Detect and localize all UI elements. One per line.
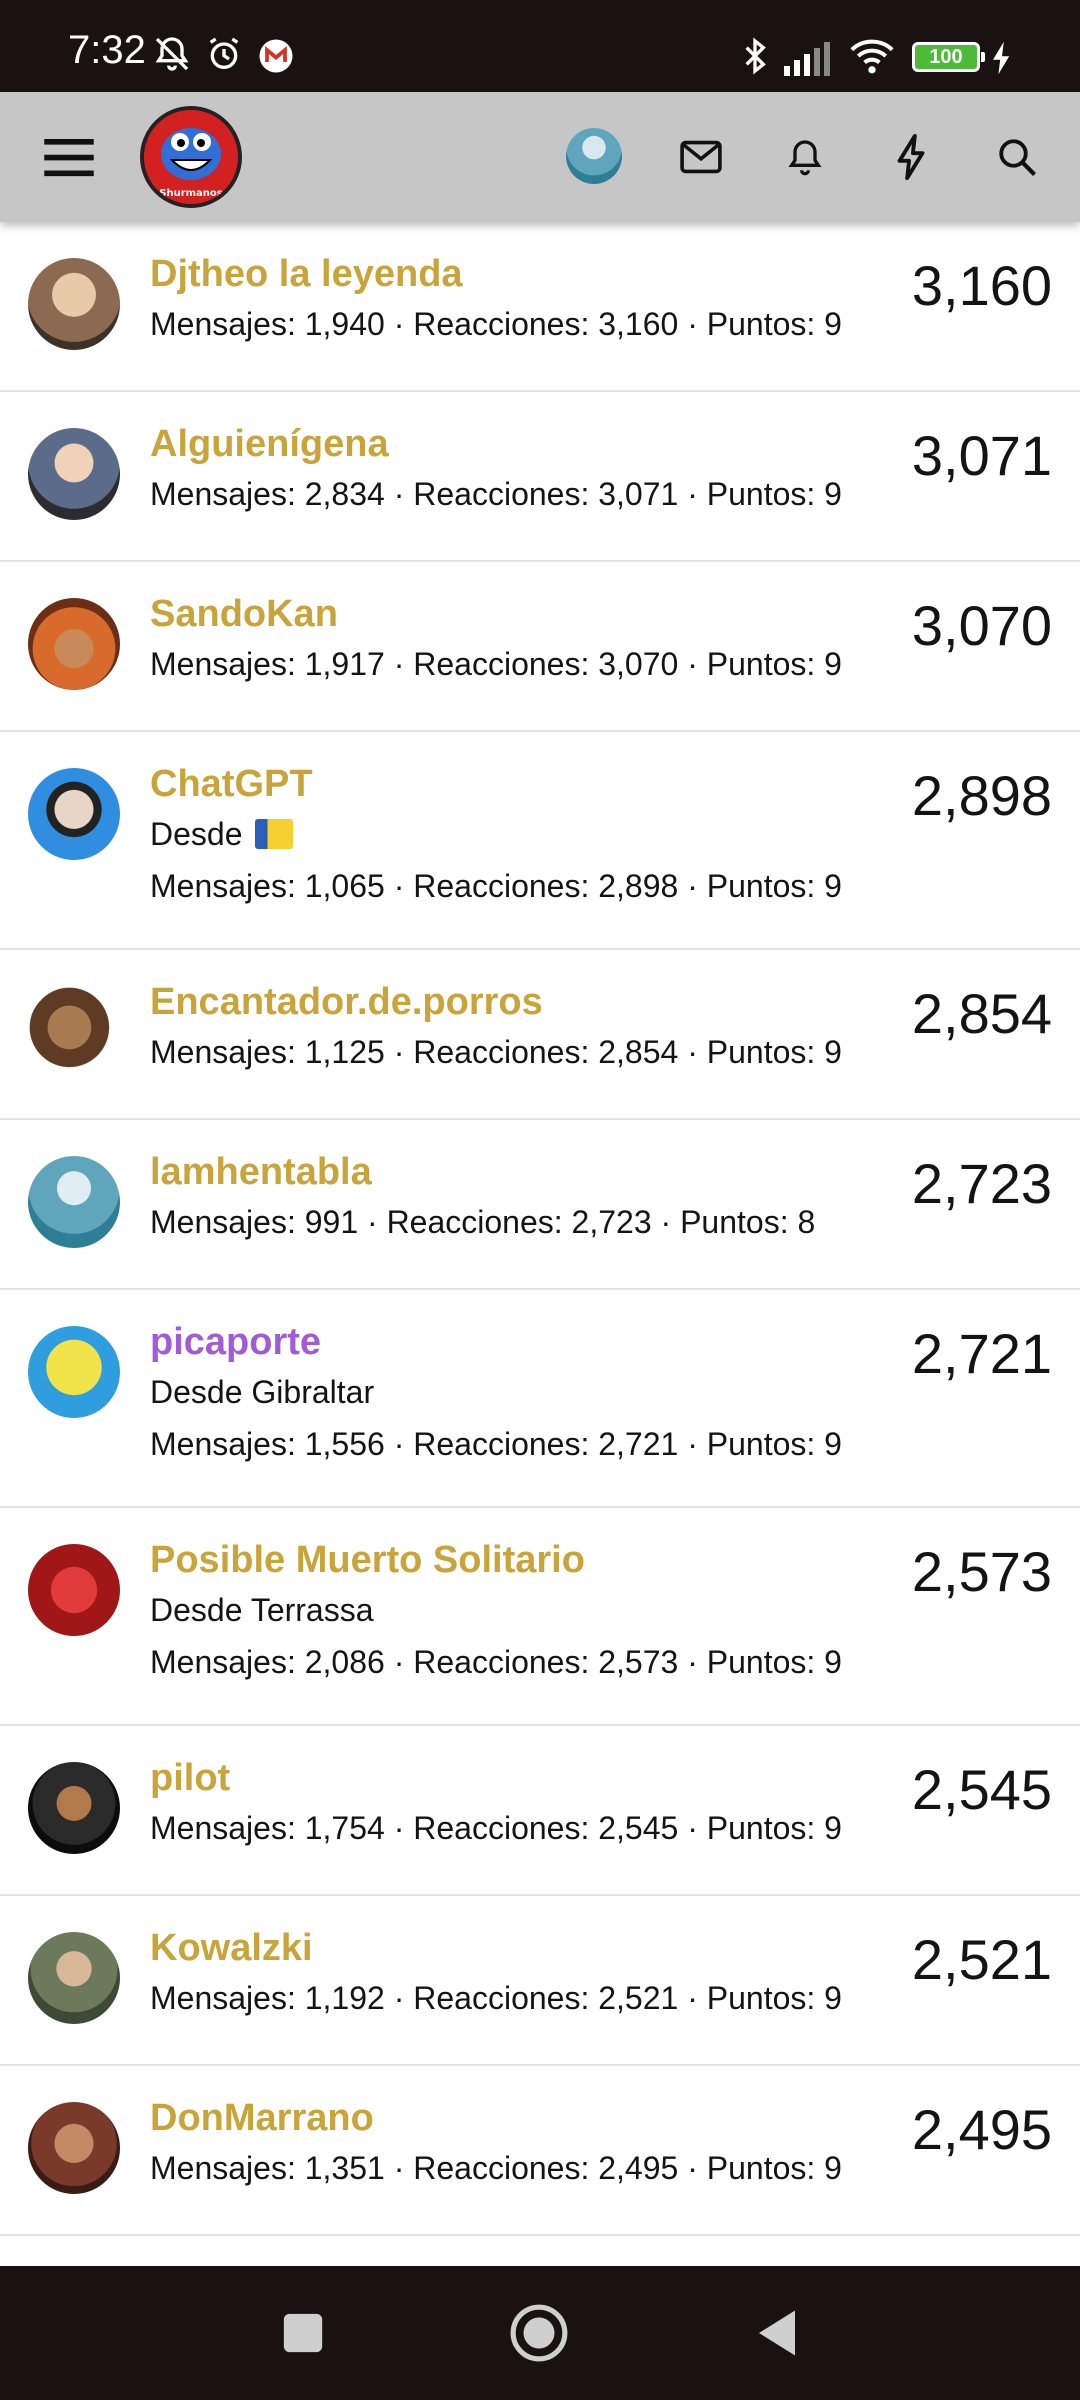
member-location: Desde Gibraltar: [150, 1374, 375, 1410]
member-stats: Mensajes: 1,556 · Reacciones: 2,721 · Pu…: [150, 1426, 842, 1462]
lightning-icon: [897, 134, 925, 180]
list-item[interactable]: Alguienígena Mensajes: 2,834 · Reaccione…: [0, 392, 1080, 562]
avatar[interactable]: [28, 258, 120, 350]
avatar[interactable]: [28, 1326, 120, 1418]
back-triangle-icon[interactable]: [754, 2306, 800, 2360]
reaction-score: 2,495: [911, 2098, 1052, 2161]
app-header: Shurmanos: [0, 92, 1080, 222]
username-link[interactable]: lamhentabla: [150, 1150, 910, 1194]
battery-indicator: 100: [912, 42, 985, 72]
list-item[interactable]: ChatGPT Desde Mensajes: 1,065 · Reaccion…: [0, 732, 1080, 950]
charging-icon: [993, 41, 1010, 75]
list-item[interactable]: Posible Muerto Solitario Desde Terrassa …: [0, 1508, 1080, 1726]
reaction-score: 2,723: [911, 1152, 1052, 1215]
member-stats: Mensajes: 2,834 · Reacciones: 3,071 · Pu…: [150, 476, 842, 512]
search-icon: [999, 139, 1036, 176]
reaction-score: 2,545: [911, 1758, 1052, 1821]
avatar[interactable]: [28, 428, 120, 520]
member-location: Desde Terrassa: [150, 1592, 374, 1628]
member-location: Desde: [150, 810, 910, 858]
member-stats: Mensajes: 1,192 · Reacciones: 2,521 · Pu…: [150, 1980, 842, 2016]
member-stats: Mensajes: 1,754 · Reacciones: 2,545 · Pu…: [150, 1810, 842, 1846]
member-list: Djtheo la leyenda Mensajes: 1,940 · Reac…: [0, 222, 1080, 2236]
bluetooth-icon: [745, 37, 766, 75]
avatar[interactable]: [28, 1156, 120, 1248]
username-link[interactable]: Posible Muerto Solitario: [150, 1538, 910, 1582]
status-bar: 7:32 100: [0, 0, 1080, 92]
member-stats: Mensajes: 1,351 · Reacciones: 2,495 · Pu…: [150, 2150, 842, 2186]
username-link[interactable]: DonMarrano: [150, 2096, 910, 2140]
list-item[interactable]: SandoKan Mensajes: 1,917 · Reacciones: 3…: [0, 562, 1080, 732]
site-logo[interactable]: Shurmanos: [140, 106, 242, 208]
list-item[interactable]: Encantador.de.porros Mensajes: 1,125 · R…: [0, 950, 1080, 1120]
signal-icon: [784, 42, 830, 76]
username-link[interactable]: Djtheo la leyenda: [150, 252, 910, 296]
avatar[interactable]: [28, 768, 120, 860]
username-link[interactable]: Alguienígena: [150, 422, 910, 466]
gmail-icon: [259, 39, 293, 73]
avatar[interactable]: [28, 1544, 120, 1636]
member-stats: Mensajes: 1,065 · Reacciones: 2,898 · Pu…: [150, 868, 842, 904]
avatar[interactable]: [28, 2102, 120, 2194]
list-item[interactable]: lamhentabla Mensajes: 991 · Reacciones: …: [0, 1120, 1080, 1290]
menu-button[interactable]: [36, 124, 102, 190]
list-item[interactable]: DonMarrano Mensajes: 1,351 · Reacciones:…: [0, 2066, 1080, 2236]
avatar[interactable]: [28, 1932, 120, 2024]
user-avatar[interactable]: [566, 128, 622, 184]
square-icon[interactable]: [280, 2310, 326, 2356]
alarm-icon: [209, 37, 239, 69]
avatar[interactable]: [28, 986, 120, 1078]
wifi-icon: [850, 39, 894, 74]
username-link[interactable]: Kowalzki: [150, 1926, 910, 1970]
flag-icon: [255, 819, 294, 849]
member-stats: Mensajes: 991 · Reacciones: 2,723 · Punt…: [150, 1204, 816, 1240]
reaction-score: 2,854: [911, 982, 1052, 1045]
username-link[interactable]: SandoKan: [150, 592, 910, 636]
member-stats: Mensajes: 2,086 · Reacciones: 2,573 · Pu…: [150, 1644, 842, 1680]
bell-muted-icon: [155, 37, 189, 71]
logo-text: Shurmanos: [159, 188, 223, 199]
member-stats: Mensajes: 1,940 · Reacciones: 3,160 · Pu…: [150, 306, 842, 342]
status-time: 7:32: [68, 28, 146, 72]
member-stats: Mensajes: 1,125 · Reacciones: 2,854 · Pu…: [150, 1034, 842, 1070]
reaction-score: 3,070: [911, 594, 1052, 657]
reaction-score: 2,898: [911, 764, 1052, 827]
hamburger-menu-icon: [44, 139, 94, 177]
location-text: Desde: [150, 816, 243, 852]
whats-new-button[interactable]: [878, 124, 944, 190]
system-nav-bar: [0, 2266, 1080, 2400]
username-link[interactable]: pilot: [150, 1756, 910, 1800]
username-link[interactable]: ChatGPT: [150, 762, 910, 806]
list-item[interactable]: pilot Mensajes: 1,754 · Reacciones: 2,54…: [0, 1726, 1080, 1896]
search-button[interactable]: [984, 124, 1050, 190]
list-item[interactable]: Kowalzki Mensajes: 1,192 · Reacciones: 2…: [0, 1896, 1080, 2066]
inbox-button[interactable]: [668, 124, 734, 190]
reaction-score: 3,071: [911, 424, 1052, 487]
mascot-logo-icon: Shurmanos: [144, 110, 238, 204]
member-stats: Mensajes: 1,917 · Reacciones: 3,070 · Pu…: [150, 646, 842, 682]
avatar[interactable]: [28, 1762, 120, 1854]
bell-icon: [788, 140, 822, 176]
reaction-score: 2,521: [911, 1928, 1052, 1991]
alerts-button[interactable]: [772, 124, 838, 190]
avatar[interactable]: [28, 598, 120, 690]
reaction-score: 2,721: [911, 1322, 1052, 1385]
list-item[interactable]: picaporte Desde Gibraltar Mensajes: 1,55…: [0, 1290, 1080, 1508]
list-item[interactable]: Djtheo la leyenda Mensajes: 1,940 · Reac…: [0, 222, 1080, 392]
home-circle-icon[interactable]: [508, 2302, 570, 2364]
reaction-score: 3,160: [911, 254, 1052, 317]
reaction-score: 2,573: [911, 1540, 1052, 1603]
username-link[interactable]: Encantador.de.porros: [150, 980, 910, 1024]
mail-icon: [680, 140, 722, 174]
username-link[interactable]: picaporte: [150, 1320, 910, 1364]
